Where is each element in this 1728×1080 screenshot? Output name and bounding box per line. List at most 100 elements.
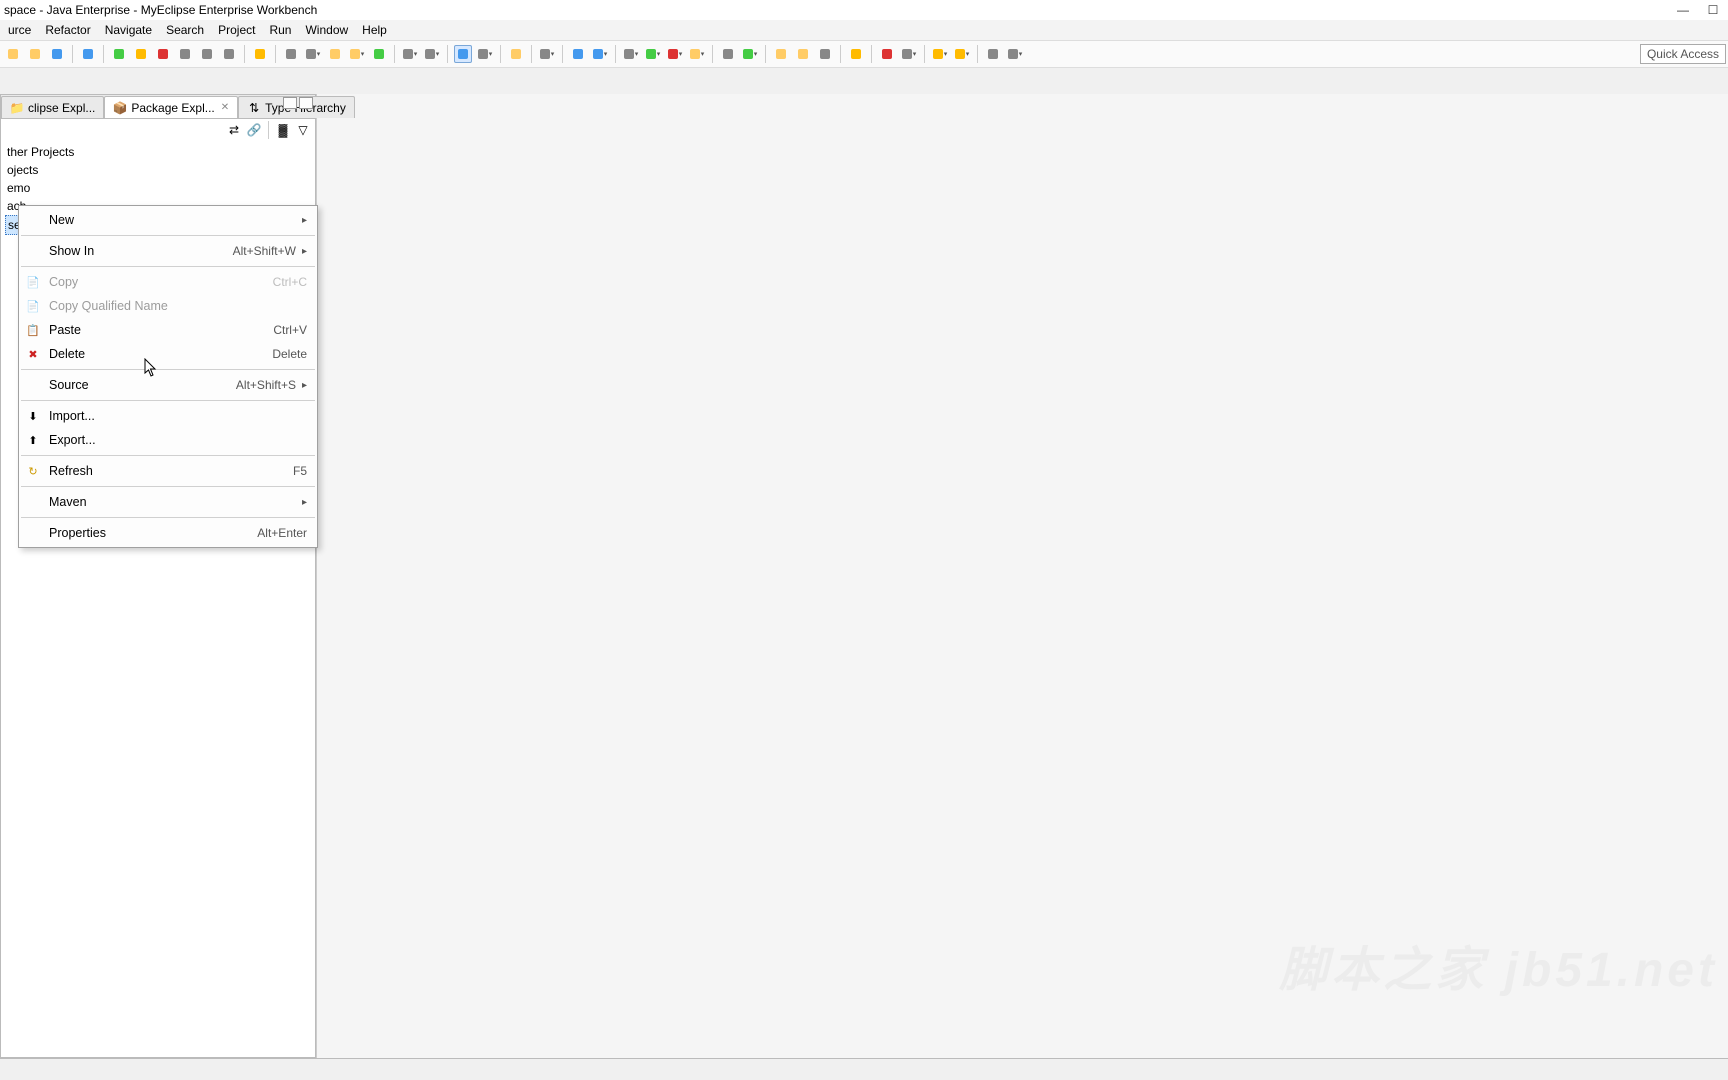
menu-show-in[interactable]: Show In Alt+Shift+W ▸ bbox=[19, 239, 317, 263]
step-icon[interactable] bbox=[198, 45, 216, 63]
menu-maven[interactable]: Maven ▸ bbox=[19, 490, 317, 514]
view-menu-icon[interactable]: ▽ bbox=[295, 122, 311, 138]
list-drop-icon[interactable] bbox=[304, 45, 322, 63]
doc-icon[interactable] bbox=[326, 45, 344, 63]
menu-accel: Alt+Enter bbox=[257, 526, 307, 540]
menu-separator bbox=[21, 235, 315, 236]
menu-properties[interactable]: Properties Alt+Enter bbox=[19, 521, 317, 545]
tool-icon[interactable] bbox=[251, 45, 269, 63]
menu-source[interactable]: urce bbox=[2, 21, 37, 39]
filter-icon[interactable]: ▓ bbox=[275, 122, 291, 138]
menu-label: Paste bbox=[49, 323, 273, 337]
perspective-icon[interactable] bbox=[454, 45, 472, 63]
toolbar-separator bbox=[871, 45, 872, 63]
globe-icon[interactable] bbox=[569, 45, 587, 63]
tree-item[interactable]: ojects bbox=[5, 161, 311, 179]
link-editor-icon[interactable]: 🔗 bbox=[246, 122, 262, 138]
status-bar bbox=[0, 1058, 1728, 1080]
f3-icon[interactable] bbox=[816, 45, 834, 63]
back-icon[interactable] bbox=[931, 45, 949, 63]
skip-icon[interactable] bbox=[176, 45, 194, 63]
run2-icon[interactable] bbox=[644, 45, 662, 63]
check-icon[interactable] bbox=[370, 45, 388, 63]
menu-accel: Ctrl+C bbox=[273, 275, 307, 289]
db-icon[interactable] bbox=[401, 45, 419, 63]
close-icon[interactable]: ✕ bbox=[221, 102, 229, 113]
view-tabs: 📁 clipse Expl... 📦 Package Expl... ✕ ⇅ T… bbox=[1, 95, 315, 119]
open-icon[interactable] bbox=[26, 45, 44, 63]
menu-run[interactable]: Run bbox=[263, 21, 297, 39]
help2-icon[interactable] bbox=[1006, 45, 1024, 63]
magic-icon[interactable] bbox=[847, 45, 865, 63]
tree-item[interactable]: emo bbox=[5, 179, 311, 197]
menu-accel: F5 bbox=[293, 464, 307, 478]
menu-export[interactable]: ⬆ Export... bbox=[19, 428, 317, 452]
menu-window[interactable]: Window bbox=[299, 21, 354, 39]
package-icon: 📦 bbox=[113, 101, 127, 115]
toolbar-separator bbox=[977, 45, 978, 63]
import-icon: ⬇ bbox=[25, 408, 41, 424]
menu-separator bbox=[21, 455, 315, 456]
cursor-icon bbox=[144, 358, 158, 378]
menu-project[interactable]: Project bbox=[212, 21, 261, 39]
wand-icon[interactable] bbox=[79, 45, 97, 63]
title-bar: space - Java Enterprise - MyEclipse Ente… bbox=[0, 0, 1728, 20]
gear-icon[interactable] bbox=[741, 45, 759, 63]
maximize-view-button[interactable] bbox=[299, 97, 313, 109]
tab-eclipse-explorer[interactable]: 📁 clipse Expl... bbox=[1, 96, 104, 118]
collapse-all-icon[interactable]: ⇄ bbox=[226, 122, 242, 138]
menu-help[interactable]: Help bbox=[356, 21, 393, 39]
menu-delete[interactable]: ✖ Delete Delete bbox=[19, 342, 317, 366]
f1-icon[interactable] bbox=[772, 45, 790, 63]
pdf-icon[interactable] bbox=[878, 45, 896, 63]
toolbar-separator bbox=[765, 45, 766, 63]
tree-item[interactable]: ther Projects bbox=[5, 143, 311, 161]
list-icon[interactable] bbox=[282, 45, 300, 63]
quick-access-input[interactable]: Quick Access bbox=[1640, 44, 1726, 64]
menu-import[interactable]: ⬇ Import... bbox=[19, 404, 317, 428]
pause-icon[interactable] bbox=[132, 45, 150, 63]
menu-navigate[interactable]: Navigate bbox=[99, 21, 158, 39]
maximize-button[interactable]: ☐ bbox=[1706, 3, 1720, 17]
help-icon[interactable] bbox=[984, 45, 1002, 63]
deploy-icon[interactable] bbox=[666, 45, 684, 63]
step2-icon[interactable] bbox=[220, 45, 238, 63]
bug-icon[interactable] bbox=[622, 45, 640, 63]
menu-accel: Ctrl+V bbox=[273, 323, 307, 337]
run-icon[interactable] bbox=[110, 45, 128, 63]
menu-new[interactable]: New ▸ bbox=[19, 208, 317, 232]
menu-refactor[interactable]: Refactor bbox=[39, 21, 96, 39]
menu-refresh[interactable]: ↻ Refresh F5 bbox=[19, 459, 317, 483]
table-icon[interactable] bbox=[719, 45, 737, 63]
menu-source[interactable]: Source Alt+Shift+S ▸ bbox=[19, 373, 317, 397]
stop-icon[interactable] bbox=[154, 45, 172, 63]
fwd-icon[interactable] bbox=[953, 45, 971, 63]
menu-search[interactable]: Search bbox=[160, 21, 210, 39]
book-icon[interactable] bbox=[507, 45, 525, 63]
toolbar-separator bbox=[244, 45, 245, 63]
menu-accel: Alt+Shift+S bbox=[236, 378, 296, 392]
srv-icon[interactable] bbox=[423, 45, 441, 63]
earth-icon[interactable] bbox=[591, 45, 609, 63]
minimize-view-button[interactable] bbox=[283, 97, 297, 109]
save-icon[interactable] bbox=[48, 45, 66, 63]
explorer-icon: 📁 bbox=[10, 101, 24, 115]
toolbar-separator bbox=[615, 45, 616, 63]
toolbar-separator bbox=[103, 45, 104, 63]
toolbar-separator bbox=[562, 45, 563, 63]
pkg-icon[interactable] bbox=[688, 45, 706, 63]
new-icon[interactable] bbox=[4, 45, 22, 63]
pdf2-icon[interactable] bbox=[900, 45, 918, 63]
menu-separator bbox=[21, 486, 315, 487]
grid-icon[interactable] bbox=[476, 45, 494, 63]
menu-copy: 📄 Copy Ctrl+C bbox=[19, 270, 317, 294]
view-controls bbox=[283, 97, 313, 109]
menu-paste[interactable]: 📋 Paste Ctrl+V bbox=[19, 318, 317, 342]
minimize-button[interactable]: — bbox=[1676, 3, 1690, 17]
toolbar-separator bbox=[531, 45, 532, 63]
tab-package-explorer[interactable]: 📦 Package Expl... ✕ bbox=[104, 96, 238, 118]
toolbar-separator bbox=[275, 45, 276, 63]
stack-icon[interactable] bbox=[538, 45, 556, 63]
f2-icon[interactable] bbox=[794, 45, 812, 63]
doc-drop-icon[interactable] bbox=[348, 45, 366, 63]
